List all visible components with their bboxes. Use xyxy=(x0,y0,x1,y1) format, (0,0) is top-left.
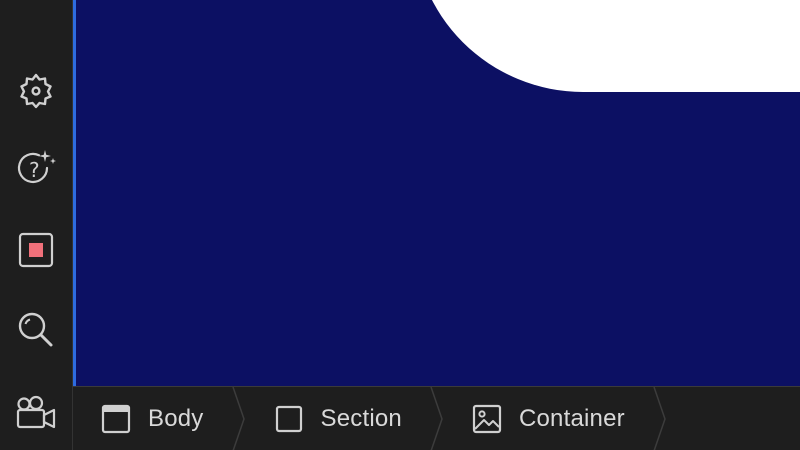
svg-text:?: ? xyxy=(29,158,40,182)
square-icon xyxy=(274,404,304,434)
breadcrumb: Body Section Container xyxy=(73,386,800,450)
breadcrumb-label: Body xyxy=(148,405,204,432)
app-window: ? Body Section Container xyxy=(0,0,800,450)
breadcrumb-item-body[interactable]: Body xyxy=(73,387,232,450)
window-icon xyxy=(101,404,131,434)
video-button[interactable] xyxy=(11,387,61,437)
breadcrumb-item-section[interactable]: Section xyxy=(246,387,430,450)
video-camera-icon xyxy=(16,395,56,429)
help-ai-icon: ? xyxy=(17,150,56,184)
stop-record-icon xyxy=(18,232,54,268)
breadcrumb-label: Container xyxy=(518,405,625,432)
stop-recording-button[interactable] xyxy=(11,225,61,275)
canvas-shape[interactable] xyxy=(413,0,800,92)
settings-button[interactable] xyxy=(11,65,61,115)
breadcrumb-item-container[interactable]: Container xyxy=(444,387,653,450)
breadcrumb-label: Section xyxy=(320,405,402,432)
selection-outline xyxy=(73,0,76,386)
image-icon xyxy=(472,404,502,434)
design-canvas[interactable] xyxy=(73,0,800,386)
chevron-right-icon xyxy=(430,387,443,450)
help-ai-button[interactable]: ? xyxy=(11,143,61,193)
gear-icon xyxy=(20,73,52,109)
search-button[interactable] xyxy=(11,305,61,355)
left-toolbar: ? xyxy=(0,0,73,450)
chevron-right-icon xyxy=(653,387,666,450)
search-icon xyxy=(18,312,53,347)
chevron-right-icon xyxy=(231,387,245,450)
